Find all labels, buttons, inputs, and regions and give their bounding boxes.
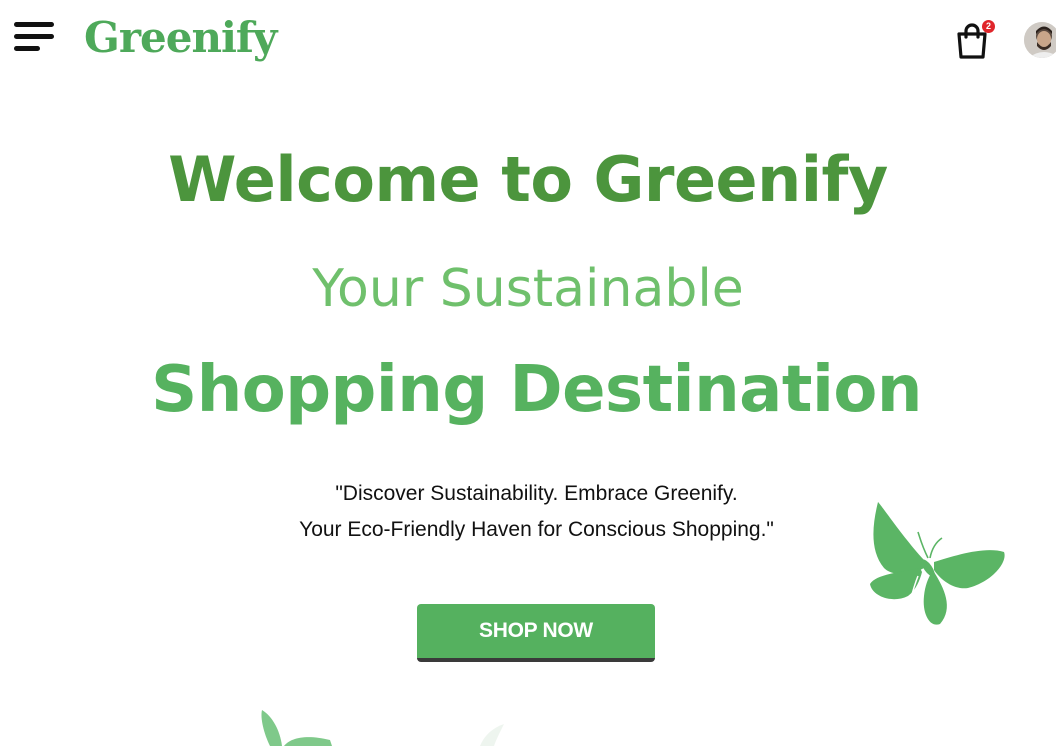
cart-count-badge: 2: [982, 20, 995, 33]
hero-title: Welcome to Greenify: [168, 143, 888, 216]
butterfly-icon: [480, 724, 504, 746]
user-avatar[interactable]: [1024, 22, 1056, 58]
brand-logo[interactable]: Greenify: [84, 8, 277, 68]
shop-now-button[interactable]: SHOP NOW: [417, 604, 655, 662]
hamburger-menu-icon[interactable]: [14, 20, 54, 56]
butterfly-icon: [870, 502, 1005, 625]
hero-subtitle-line2: Shopping Destination: [151, 353, 922, 427]
hero-subtitle-line1: Your Sustainable: [312, 259, 744, 319]
butterfly-icon: [261, 710, 332, 746]
landing-page: Greenify 2 Welcome to Greenify Your Sust…: [0, 0, 1056, 746]
